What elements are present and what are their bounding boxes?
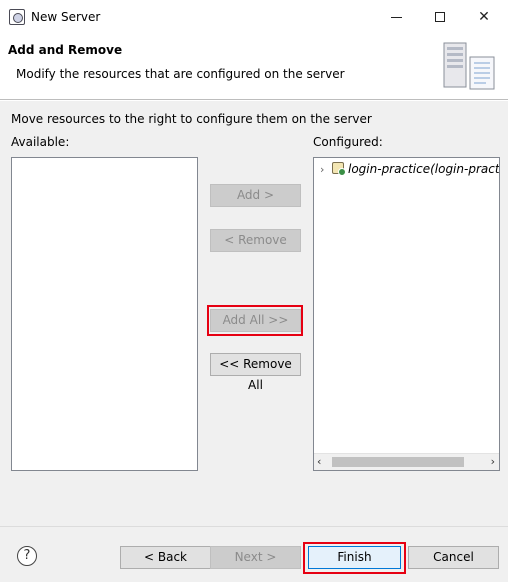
close-button[interactable]: ✕: [462, 0, 506, 34]
server-wizard-graphic-icon: [443, 42, 495, 90]
add-all-button[interactable]: Add All >>: [210, 309, 301, 332]
window-title: New Server: [31, 10, 101, 24]
next-button[interactable]: Next >: [210, 546, 301, 569]
configured-label: Configured:: [313, 135, 383, 149]
scroll-left-icon[interactable]: ‹: [317, 454, 321, 470]
scrollbar-thumb[interactable]: [332, 457, 464, 467]
close-icon: ✕: [478, 9, 490, 25]
maximize-button[interactable]: [418, 0, 462, 34]
minimize-icon: [390, 16, 402, 18]
add-button[interactable]: Add >: [210, 184, 301, 207]
scroll-right-icon[interactable]: ›: [491, 454, 495, 470]
remove-button[interactable]: < Remove: [210, 229, 301, 252]
title-bar: New Server ✕: [0, 0, 508, 34]
maximize-icon: [435, 12, 445, 22]
tree-item[interactable]: › login-practice(login-practice): [320, 162, 500, 176]
back-button[interactable]: < Back: [120, 546, 211, 569]
minimize-button[interactable]: [374, 0, 418, 34]
configured-list[interactable]: › login-practice(login-practice) ‹ ›: [313, 157, 500, 471]
wizard-header: Add and Remove Modify the resources that…: [0, 34, 508, 100]
cancel-button[interactable]: Cancel: [408, 546, 499, 569]
chevron-right-icon[interactable]: ›: [320, 163, 330, 176]
wizard-footer: ? < Back Next > Finish Cancel: [0, 526, 508, 582]
available-label: Available:: [11, 135, 70, 149]
horizontal-scrollbar[interactable]: ‹ ›: [314, 453, 499, 470]
wizard-content: Move resources to the right to configure…: [0, 101, 508, 526]
page-title: Add and Remove: [8, 43, 123, 57]
help-icon[interactable]: ?: [17, 546, 37, 566]
remove-all-button[interactable]: << Remove All: [210, 353, 301, 392]
server-app-icon: [9, 9, 25, 25]
finish-button[interactable]: Finish: [308, 546, 401, 569]
page-description: Modify the resources that are configured…: [16, 67, 345, 81]
instruction-text: Move resources to the right to configure…: [11, 112, 372, 126]
web-project-icon: [332, 162, 346, 176]
available-list[interactable]: [11, 157, 198, 471]
tree-item-label: login-practice(login-practice): [348, 162, 500, 176]
